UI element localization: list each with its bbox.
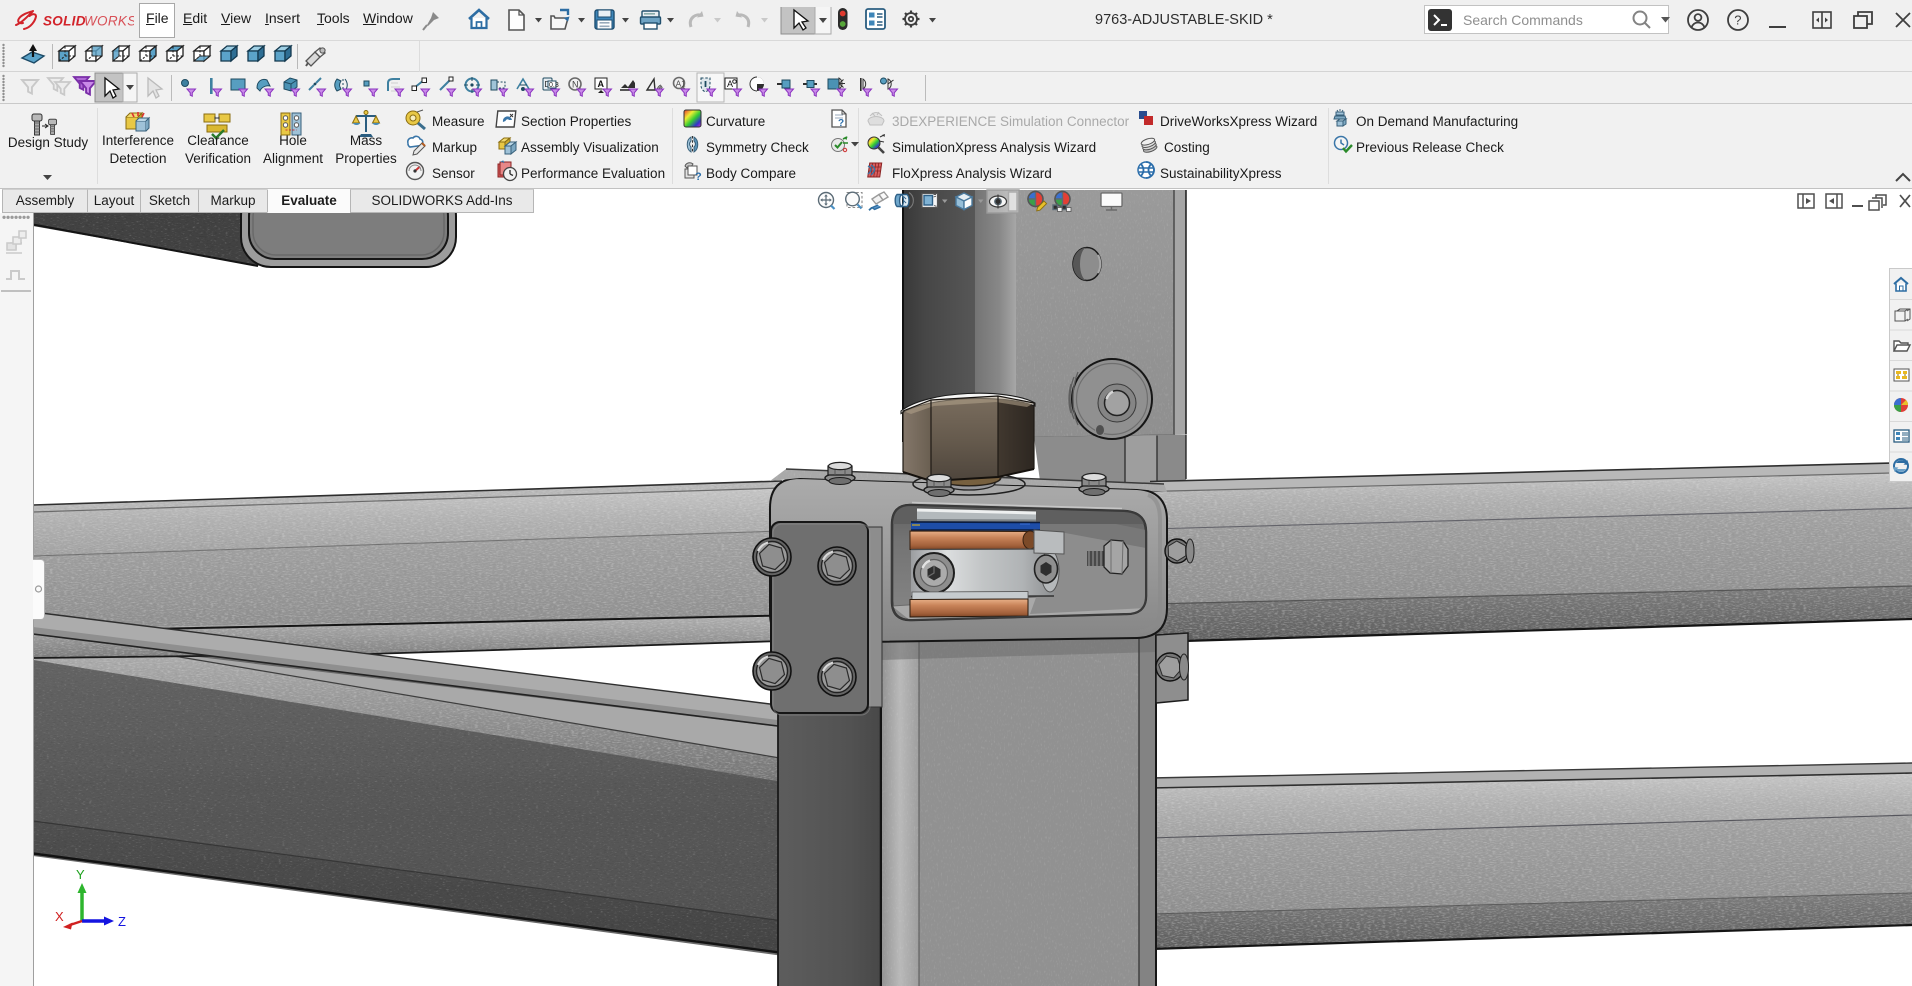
svg-text:?: ?: [1734, 13, 1741, 28]
svg-text:Y: Y: [76, 867, 85, 882]
svg-text:Z: Z: [118, 914, 126, 929]
svg-text:A: A: [598, 79, 605, 89]
svg-text:0.3: 0.3: [549, 82, 559, 89]
svg-text:N: N: [572, 80, 579, 90]
svg-text:A1: A1: [676, 80, 686, 89]
svg-text:X: X: [55, 909, 64, 924]
svg-text:?: ?: [838, 118, 844, 129]
svg-text:?: ?: [695, 171, 702, 183]
svg-text:A: A: [727, 79, 733, 89]
svg-text:SOLID: SOLID: [43, 14, 86, 29]
svg-text:WORKS: WORKS: [84, 14, 134, 29]
